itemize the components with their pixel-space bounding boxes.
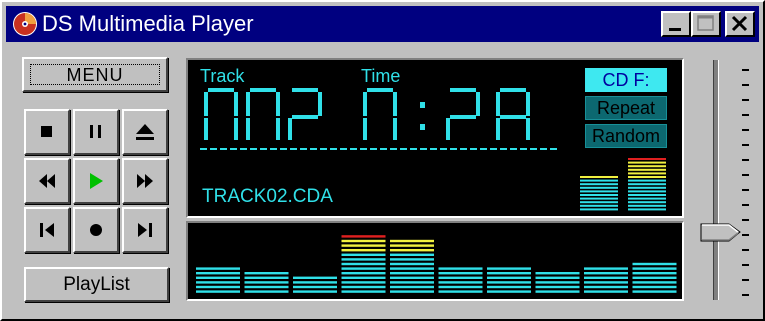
minimize-button[interactable] <box>661 11 691 37</box>
vu-right-channel <box>628 158 666 211</box>
seven-segment-counter <box>204 88 530 140</box>
source-drive-tag[interactable]: CD F: <box>585 68 667 92</box>
app-disc-icon[interactable] <box>12 11 38 37</box>
eq-band <box>584 267 628 293</box>
pause-icon <box>90 125 101 138</box>
maximize-button[interactable] <box>691 11 721 37</box>
equalizer-display <box>186 221 684 301</box>
counter-digit <box>246 88 280 140</box>
eq-band <box>341 235 386 293</box>
eq-band <box>390 239 434 293</box>
eq-band <box>196 267 240 293</box>
eject-icon <box>136 124 154 140</box>
counter-digit <box>204 88 238 140</box>
player-window: DS Multimedia Player MENU PlayList Track… <box>0 0 765 321</box>
previous-track-button[interactable] <box>24 207 70 253</box>
time-colon <box>420 102 425 130</box>
minimize-icon <box>669 28 681 31</box>
stop-button[interactable] <box>24 109 70 155</box>
eq-band <box>438 267 483 293</box>
filename-display: TRACK02.CDA <box>202 186 333 207</box>
volume-ticks <box>742 69 749 296</box>
volume-slider[interactable] <box>700 60 756 304</box>
eq-band <box>632 262 677 293</box>
maximize-icon <box>697 15 714 31</box>
eq-band <box>293 276 337 293</box>
next-track-button[interactable] <box>122 207 168 253</box>
equalizer-bars <box>196 235 677 293</box>
record-icon <box>90 224 102 236</box>
counter-digit <box>363 88 397 140</box>
vu-meter <box>580 158 666 211</box>
record-button[interactable] <box>73 207 119 253</box>
close-icon <box>731 15 748 32</box>
eq-band <box>535 272 580 293</box>
counter-digit <box>446 88 480 140</box>
eject-button[interactable] <box>122 109 168 155</box>
volume-thumb[interactable] <box>700 222 742 244</box>
eq-band <box>487 267 531 293</box>
fast-forward-button[interactable] <box>122 158 168 204</box>
menu-button[interactable]: MENU <box>22 57 168 92</box>
stop-icon <box>41 126 52 137</box>
previous-track-icon <box>40 223 54 237</box>
counter-digit <box>288 88 322 140</box>
random-toggle[interactable]: Random <box>585 124 667 148</box>
playlist-button-label: PlayList <box>63 274 130 295</box>
rewind-icon <box>39 174 55 188</box>
menu-button-label: MENU <box>66 65 124 85</box>
pause-button[interactable] <box>73 109 119 155</box>
window-title: DS Multimedia Player <box>42 11 254 36</box>
play-button[interactable] <box>73 158 119 204</box>
eq-band <box>244 272 289 293</box>
repeat-toggle[interactable]: Repeat <box>585 96 667 120</box>
fast-forward-icon <box>137 174 153 188</box>
close-button[interactable] <box>725 11 755 37</box>
playlist-button[interactable]: PlayList <box>24 267 169 302</box>
counter-readout <box>204 88 530 140</box>
vu-left-channel <box>580 176 618 211</box>
play-icon <box>90 173 103 189</box>
counter-digit <box>496 88 530 140</box>
main-display: Track Time TRACK02.CDA CD F: Repeat Rand… <box>186 58 684 218</box>
next-track-icon <box>138 223 152 237</box>
rewind-button[interactable] <box>24 158 70 204</box>
progress-line <box>200 148 558 150</box>
volume-track <box>713 60 719 300</box>
title-bar[interactable]: DS Multimedia Player <box>6 6 759 42</box>
